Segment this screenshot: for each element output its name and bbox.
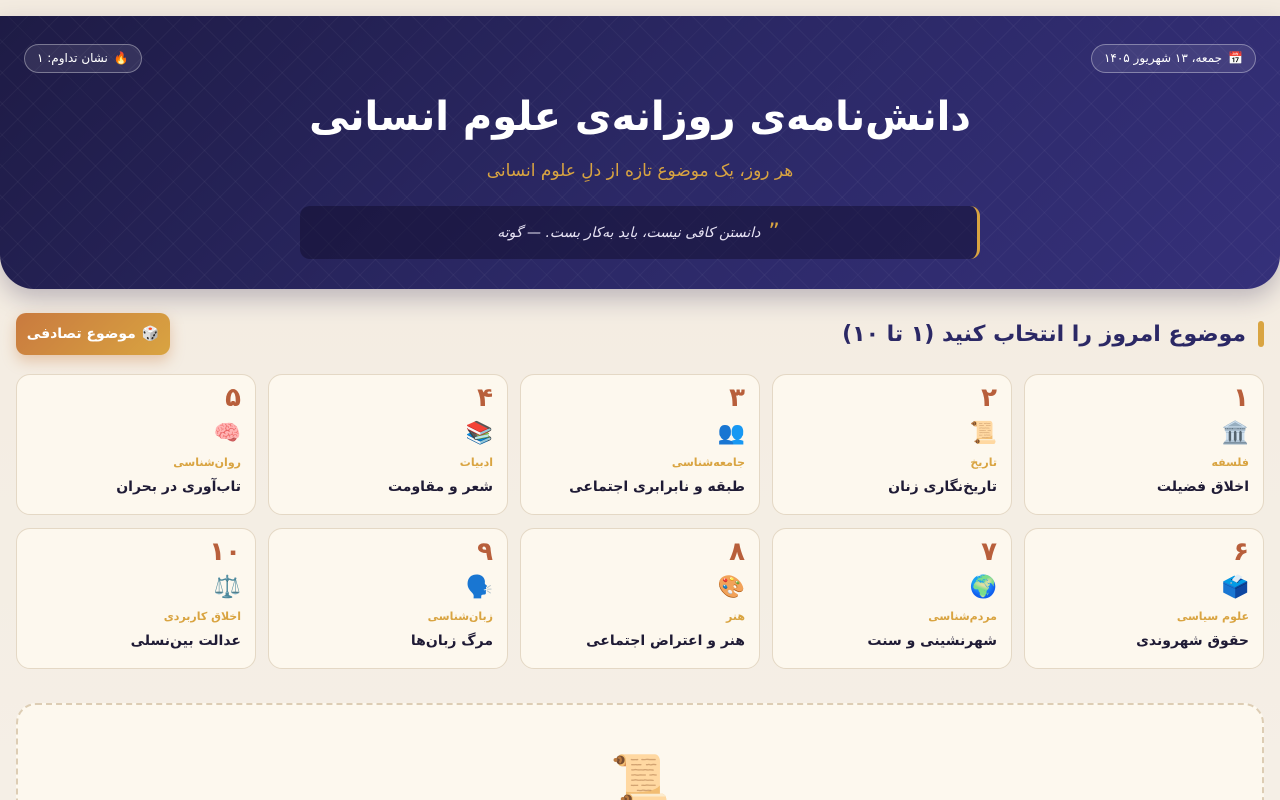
topic-number: ۶ xyxy=(1233,537,1249,567)
topic-category: تاریخ xyxy=(970,456,997,469)
topic-title: هنر و اعتراض اجتماعی xyxy=(586,633,745,649)
streak-badge: 🔥 نشان تداوم: ۱ xyxy=(24,44,142,73)
topic-number: ۲ xyxy=(981,383,997,413)
topic-title: شهرنشینی و سنت xyxy=(867,633,997,649)
topic-number: ۹ xyxy=(477,537,493,567)
quote-text: دانستن کافی نیست، باید به‌کار بست. — گوت… xyxy=(497,224,761,241)
dice-icon: 🎲 xyxy=(141,326,160,342)
topic-card[interactable]: ۱۰ ⚖️ اخلاق کاربردی عدالت بین‌نسلی xyxy=(16,528,256,669)
topic-card[interactable]: ۴ 📚 ادبیات شعر و مقاومت xyxy=(268,374,508,515)
topic-number: ۷ xyxy=(981,537,997,567)
topic-number: ۴ xyxy=(477,383,493,413)
section-title: موضوع امروز را انتخاب کنید (۱ تا ۱۰) xyxy=(842,321,1246,347)
topic-category: فلسفه xyxy=(1211,456,1249,469)
books-icon: 📚 xyxy=(465,421,493,446)
topic-card[interactable]: ۵ 🧠 روان‌شناسی تاب‌آوری در بحران xyxy=(16,374,256,515)
globe-icon: 🌍 xyxy=(969,575,997,600)
topic-category: اخلاق کاربردی xyxy=(163,610,241,623)
topic-title: حقوق شهروندی xyxy=(1136,633,1249,649)
palette-icon: 🎨 xyxy=(717,575,745,600)
scroll-icon: 📜 xyxy=(610,752,670,800)
page-subtitle: هر روز، یک موضوع تازه از دلِ علوم انسانی xyxy=(486,161,794,181)
brain-icon: 🧠 xyxy=(213,421,241,446)
page-title: دانش‌نامه‌ی روزانه‌ی علوم انسانی xyxy=(309,94,971,140)
scales-icon: ⚖️ xyxy=(213,575,241,600)
date-badge: 📅 جمعه، ۱۳ شهریور ۱۴۰۵ xyxy=(1090,44,1256,73)
topic-title: طبقه و نابرابری اجتماعی xyxy=(569,479,745,495)
topic-title: مرگ زبان‌ها xyxy=(410,633,493,649)
hero-banner: 📅 جمعه، ۱۳ شهریور ۱۴۰۵ 🔥 نشان تداوم: ۱ د… xyxy=(0,16,1280,289)
topic-card[interactable]: ۲ 📜 تاریخ تاریخ‌نگاری زنان xyxy=(772,374,1012,515)
topic-category: علوم سیاسی xyxy=(1176,610,1249,623)
people-icon: 👥 xyxy=(717,421,745,446)
topic-title: تاریخ‌نگاری زنان xyxy=(888,479,997,495)
topic-category: جامعه‌شناسی xyxy=(671,456,745,469)
topic-number: ۳ xyxy=(729,383,745,413)
streak-text: نشان تداوم: ۱ xyxy=(37,51,108,65)
topic-number: ۱۰ xyxy=(209,537,241,567)
topic-title: عدالت بین‌نسلی xyxy=(130,633,241,649)
topic-card[interactable]: ۹ 🗣️ زبان‌شناسی مرگ زبان‌ها xyxy=(268,528,508,669)
topic-number: ۸ xyxy=(729,537,745,567)
topic-category: هنر xyxy=(726,610,745,623)
topic-category: روان‌شناسی xyxy=(173,456,241,469)
topic-card[interactable]: ۳ 👥 جامعه‌شناسی طبقه و نابرابری اجتماعی xyxy=(520,374,760,515)
date-text: جمعه، ۱۳ شهریور ۱۴۰۵ xyxy=(1103,51,1223,65)
random-topic-label: موضوع تصادفی xyxy=(26,326,136,342)
random-topic-button[interactable]: 🎲 موضوع تصادفی xyxy=(16,313,170,355)
topic-number: ۵ xyxy=(225,383,241,413)
calendar-icon: 📅 xyxy=(1228,51,1243,65)
quote-box: ” دانستن کافی نیست، باید به‌کار بست. — گ… xyxy=(300,206,980,259)
topic-card[interactable]: ۸ 🎨 هنر هنر و اعتراض اجتماعی xyxy=(520,528,760,669)
quote-mark-icon: ” xyxy=(768,219,780,245)
topic-title: شعر و مقاومت xyxy=(387,479,493,495)
topic-card[interactable]: ۶ 🗳️ علوم سیاسی حقوق شهروندی xyxy=(1024,528,1264,669)
scroll-icon: 📜 xyxy=(969,421,997,446)
topic-grid: ۱ 🏛️ فلسفه اخلاق فضیلت ۲ 📜 تاریخ تاریخ‌نگاری زن… xyxy=(16,374,1264,669)
topic-title: اخلاق فضیلت xyxy=(1156,479,1249,495)
topic-card[interactable]: ۷ 🌍 مردم‌شناسی شهرنشینی و سنت xyxy=(772,528,1012,669)
classical-building-icon: 🏛️ xyxy=(1221,421,1249,446)
speaking-head-icon: 🗣️ xyxy=(465,575,493,600)
ballot-box-icon: 🗳️ xyxy=(1221,575,1249,600)
section-accent-bar xyxy=(1258,321,1264,347)
section-heading: موضوع امروز را انتخاب کنید (۱ تا ۱۰) xyxy=(842,318,1264,350)
topic-number: ۱ xyxy=(1233,383,1249,413)
topic-title: تاب‌آوری در بحران xyxy=(116,479,241,495)
topic-category: زبان‌شناسی xyxy=(427,610,493,623)
topic-category: مردم‌شناسی xyxy=(928,610,997,623)
topic-detail-panel: 📜 xyxy=(16,703,1264,800)
topic-card[interactable]: ۱ 🏛️ فلسفه اخلاق فضیلت xyxy=(1024,374,1264,515)
fire-icon: 🔥 xyxy=(113,51,129,65)
topic-category: ادبیات xyxy=(459,456,493,469)
